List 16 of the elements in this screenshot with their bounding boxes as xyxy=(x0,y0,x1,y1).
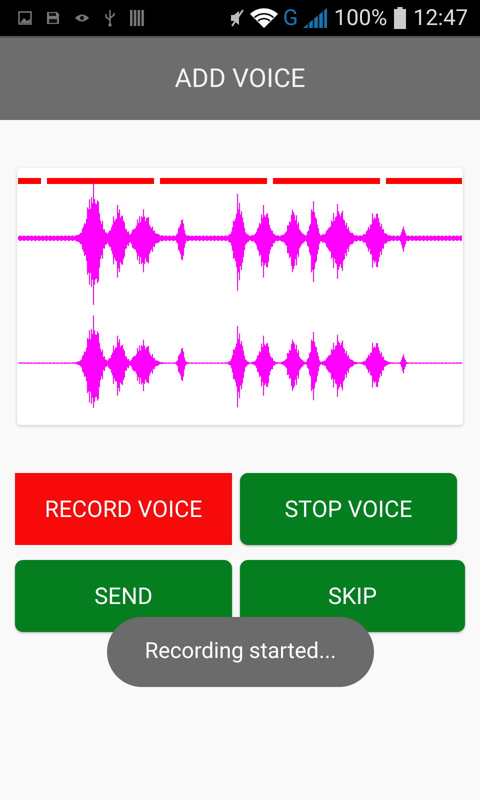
battery-icon xyxy=(394,7,406,29)
wifi-icon xyxy=(250,8,278,28)
action-button[interactable]: RECORD VOICE xyxy=(15,473,232,545)
screen-title: ADD VOICE xyxy=(174,64,306,94)
barcode-icon xyxy=(130,10,144,26)
eye-icon xyxy=(74,13,90,23)
action-button[interactable]: STOP VOICE xyxy=(240,473,457,545)
toast-message: Recording started... xyxy=(106,617,374,687)
battery-percent: 100% xyxy=(334,6,388,30)
image-icon xyxy=(18,11,32,25)
network-type: G xyxy=(282,6,298,30)
action-button[interactable]: SEND xyxy=(15,560,232,632)
signal-icon xyxy=(302,8,327,28)
clock: 12:47 xyxy=(413,6,468,30)
muted-speaker-icon xyxy=(228,9,245,27)
usb-icon xyxy=(104,9,116,27)
